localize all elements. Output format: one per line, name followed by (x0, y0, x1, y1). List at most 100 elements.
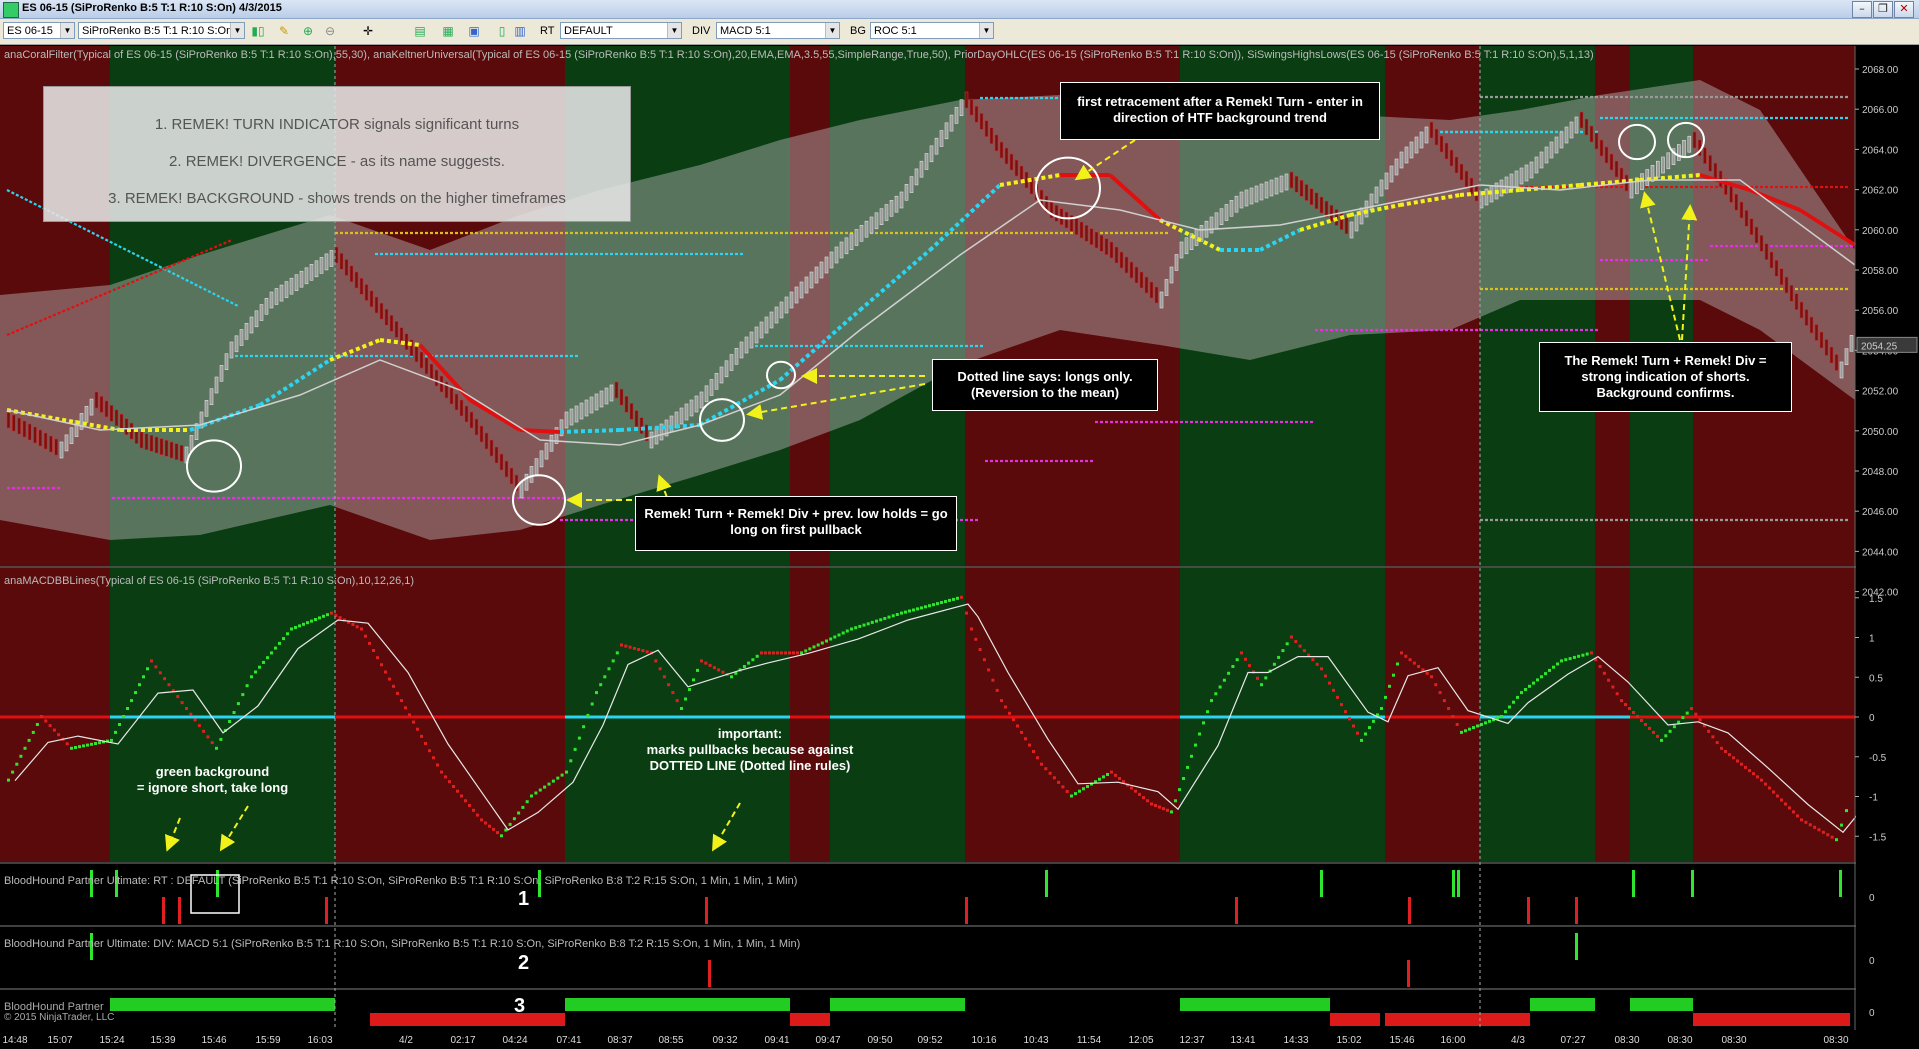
renko-brick (1299, 180, 1304, 197)
maximize-button[interactable]: ❐ (1873, 1, 1893, 18)
renko-brick (404, 333, 409, 351)
renko-brick (1119, 251, 1124, 269)
renko-brick (1656, 160, 1660, 178)
renko-brick (1444, 142, 1449, 160)
renko-brick (259, 304, 264, 321)
renko-brick (1682, 140, 1686, 157)
renko-brick (414, 345, 419, 363)
zoom-out-icon[interactable]: ⊖ (322, 23, 338, 39)
close-button[interactable]: ✕ (1894, 1, 1914, 18)
data-box-icon[interactable]: ▯ (494, 23, 510, 39)
macd-dot (262, 660, 265, 664)
renko-brick (1214, 212, 1219, 230)
renko-brick (1764, 243, 1769, 260)
renko-brick (1379, 179, 1384, 197)
bartype-select[interactable]: SiProRenko B:5 T:1 R:10 S:On ▼ (78, 22, 245, 39)
macd-dot (1652, 730, 1655, 734)
macd-dot (530, 794, 533, 798)
rt-select[interactable]: DEFAULT ▼ (560, 22, 682, 39)
macd-dot (792, 651, 795, 655)
macd-dot (721, 670, 725, 674)
indicators-icon[interactable]: ▥ (512, 23, 528, 39)
renko-brick (699, 391, 704, 409)
macd-dot (1400, 651, 1403, 655)
bh-rt-signal (1235, 897, 1238, 924)
renko-brick (424, 357, 429, 375)
bg-select[interactable]: ROC 5:1 ▼ (870, 22, 994, 39)
renko-brick (1409, 141, 1414, 159)
time-axis: 14:48 15:07 15:24 15:39 15:46 15:59 16:03 4/2 02… (0, 1030, 1919, 1049)
renko-brick (1589, 125, 1594, 143)
macd-dot (684, 697, 687, 701)
macd-dot (1656, 734, 1659, 738)
strategies-icon[interactable]: ▦ (440, 23, 456, 39)
bh-rt-signal (705, 897, 708, 924)
minimize-button[interactable]: – (1852, 1, 1872, 18)
renko-brick (604, 387, 609, 405)
renko-brick (334, 246, 339, 264)
renko-brick (1809, 316, 1814, 334)
renko-brick (449, 387, 454, 405)
macd-dot (1086, 785, 1089, 788)
renko-brick (509, 467, 514, 485)
renko-brick (22, 420, 27, 438)
crosshair-icon[interactable]: ✛ (360, 23, 376, 39)
macd-dot (883, 617, 887, 620)
renko-brick (1079, 221, 1084, 239)
renko-brick (1564, 126, 1569, 144)
macd-dot (569, 759, 573, 763)
renko-brick (1154, 286, 1159, 304)
macd-dot (768, 651, 771, 655)
macd-dot (74, 746, 77, 749)
screenshot-icon[interactable]: ▣ (466, 23, 482, 39)
macd-dot (48, 724, 52, 728)
renko-brick (1354, 214, 1359, 232)
renko-brick (769, 311, 774, 329)
macd-dot (1024, 737, 1027, 741)
renko-brick (869, 216, 874, 234)
pencil-icon[interactable]: ✎ (276, 23, 292, 39)
macd-dot (254, 670, 257, 674)
bh-bg-bar (370, 1013, 565, 1026)
renko-brick (1539, 151, 1544, 169)
macd-dot (1698, 718, 1702, 722)
renko-brick (694, 395, 699, 413)
div-select[interactable]: MACD 5:1 ▼ (716, 22, 840, 39)
macd-dot (1681, 716, 1685, 720)
renko-brick (1094, 231, 1099, 249)
macd-dot (1624, 703, 1627, 707)
macd-dot (1504, 710, 1507, 714)
properties-icon[interactable]: ▤ (412, 23, 428, 39)
macd-dot (428, 749, 431, 753)
renko-brick (454, 393, 459, 411)
renko-brick (1244, 189, 1249, 207)
macd-dot (1724, 750, 1727, 753)
macd-dot (236, 702, 240, 706)
macd-tick-label: -0.5 (1869, 753, 1887, 764)
macd-dot (611, 659, 615, 663)
macd-dot (1170, 810, 1173, 814)
renko-brick (649, 431, 654, 449)
macd-dot (850, 627, 853, 631)
renko-brick (149, 434, 154, 452)
time-tick-label: 09:50 (867, 1035, 892, 1046)
bar-style-icon[interactable]: ▮▯ (250, 23, 266, 39)
instrument-select[interactable]: ES 06-15 ▼ (3, 22, 75, 39)
time-tick-label: 08:37 (607, 1035, 632, 1046)
renko-brick (284, 281, 289, 298)
macd-dot (1348, 717, 1351, 721)
macd-dot (1438, 691, 1442, 695)
macd-tick-label: 0.5 (1869, 673, 1883, 684)
macd-dot (480, 818, 483, 822)
renko-brick (389, 314, 394, 332)
time-tick-label: 15:59 (255, 1035, 280, 1046)
macd-dot (615, 651, 619, 655)
time-tick-label: 09:32 (712, 1035, 737, 1046)
time-tick-label: 15:07 (47, 1035, 72, 1046)
macd-dot (338, 616, 342, 620)
bh-bg-bar (1385, 1013, 1480, 1026)
macd-dot (556, 776, 560, 780)
renko-brick (1604, 146, 1609, 164)
zoom-in-icon[interactable]: ⊕ (300, 23, 316, 39)
renko-brick (6, 411, 11, 429)
